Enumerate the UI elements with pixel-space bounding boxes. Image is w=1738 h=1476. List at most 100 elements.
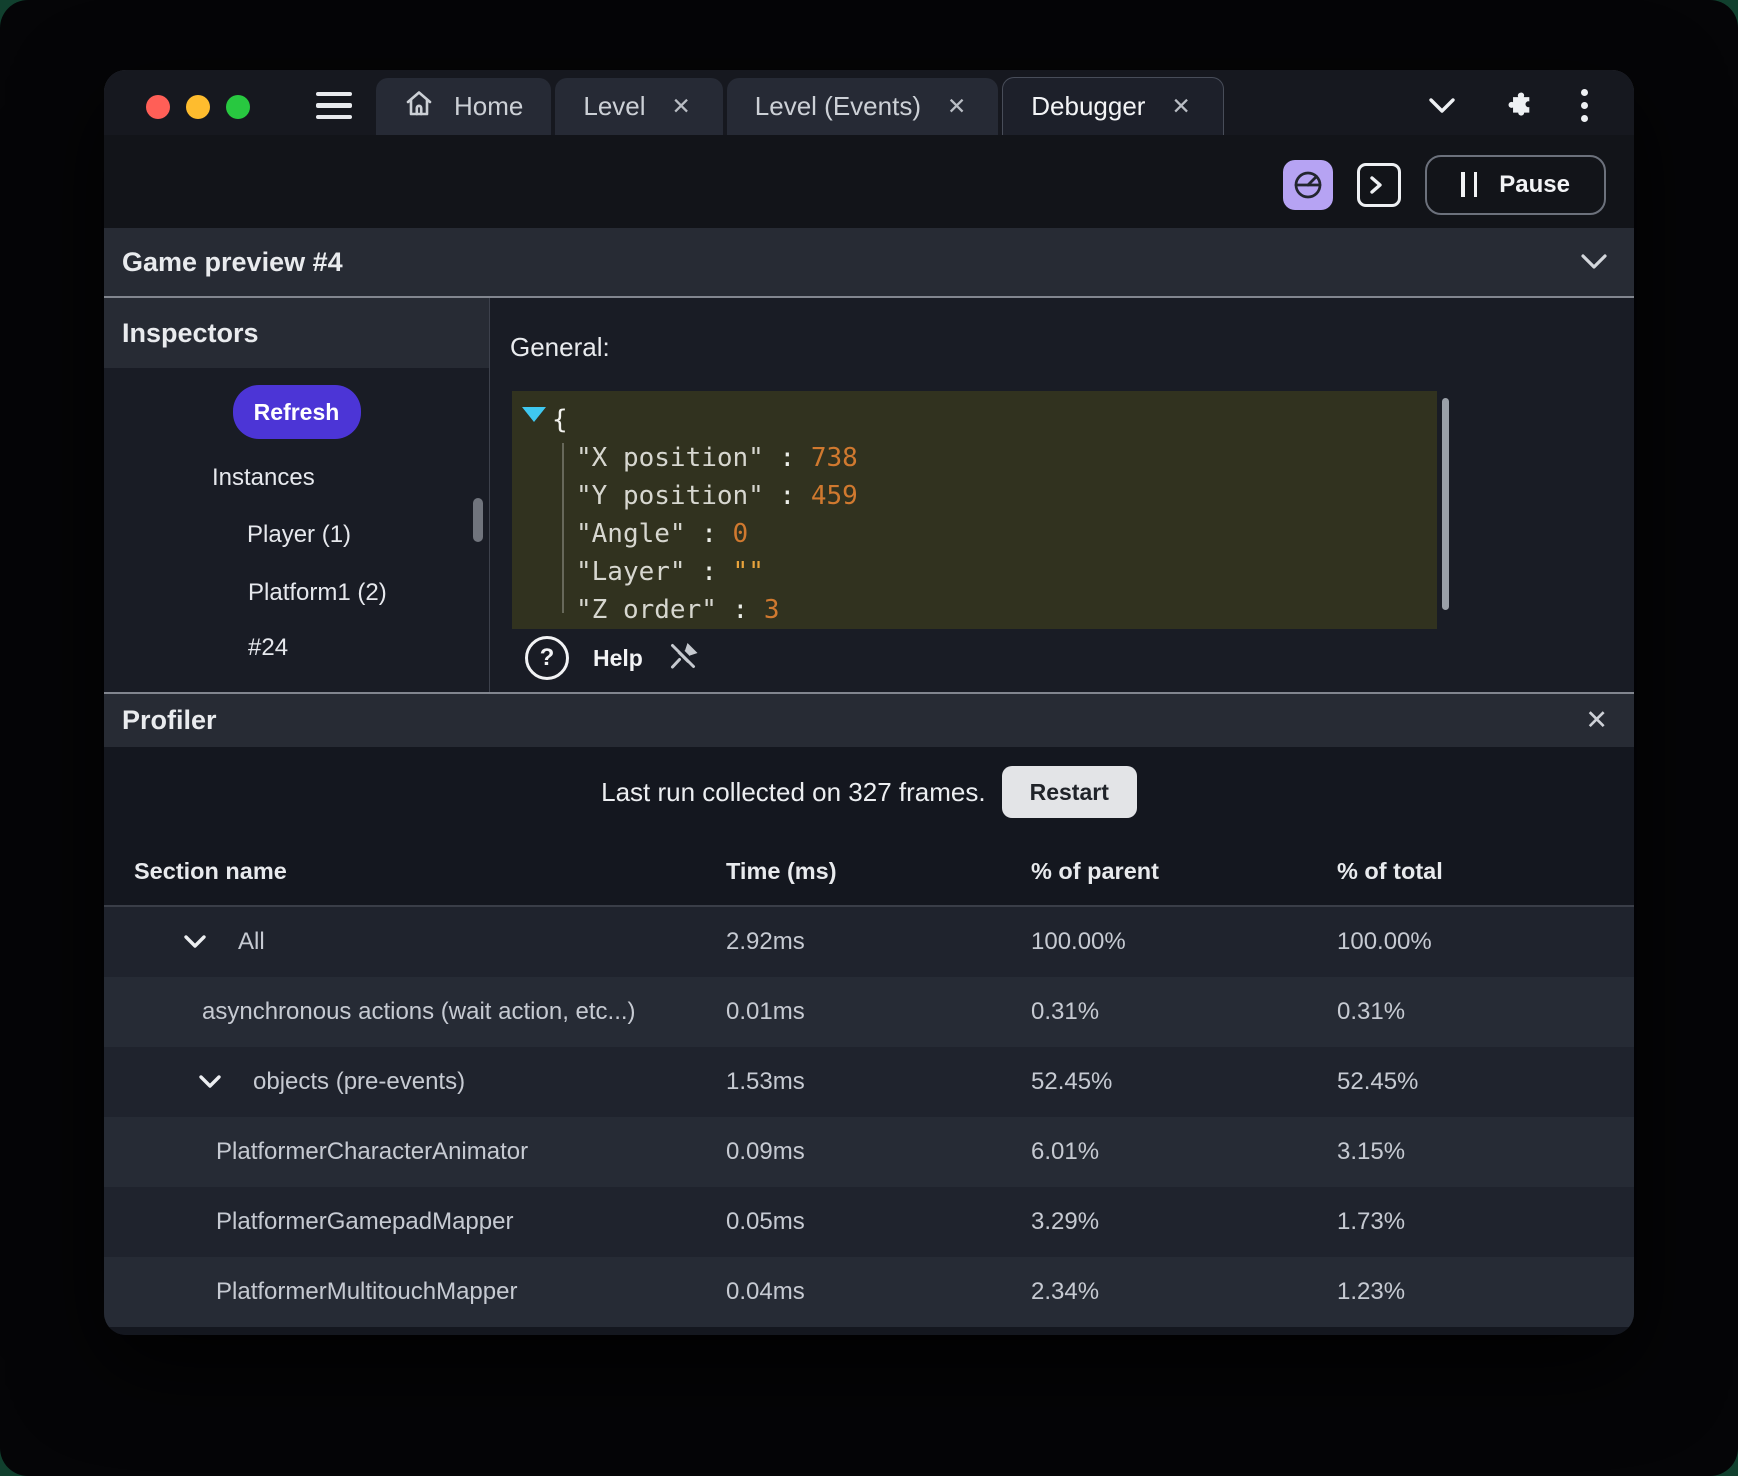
tree-item-instance-24[interactable]: #24 [248,634,288,662]
tab-bar-actions [1426,89,1588,122]
tab-label: Debugger [1031,91,1146,121]
close-tab-icon[interactable]: ✕ [1167,91,1194,122]
inspectors-title: Inspectors [122,317,259,348]
percent-total-value: 52.45% [1337,1068,1419,1095]
tab-label: Level (Events) [754,91,921,121]
close-window-button[interactable] [146,94,170,119]
column-header-percent-parent: % of parent [1031,857,1159,884]
section-name: All [238,928,265,955]
time-value: 2.92ms [726,928,805,955]
indent-guide [562,443,564,613]
tree-item-player[interactable]: Player (1) [247,521,351,549]
tab-bar: Home Level ✕ Level (Events) ✕ Debugger ✕ [104,70,1634,135]
collapse-triangle-icon[interactable] [522,407,546,422]
code-line: "Angle" : 0 [576,519,749,549]
scrollbar-thumb[interactable] [1442,398,1449,610]
game-preview-title: Game preview #4 [122,246,343,277]
scrollbar-thumb[interactable] [473,498,483,542]
section-name: asynchronous actions (wait action, etc..… [202,998,636,1025]
chevron-right-icon [1369,175,1383,195]
column-header-percent-total: % of total [1337,857,1443,884]
percent-parent-value: 0.31% [1031,998,1100,1025]
game-preview-header[interactable]: Game preview #4 [104,228,1634,298]
pause-icon [1461,172,1478,197]
profiler-status-row: Last run collected on 327 frames. Restar… [104,747,1634,837]
minimize-window-button[interactable] [186,94,210,119]
close-tab-icon[interactable]: ✕ [668,91,695,122]
column-header-section: Section name [134,857,287,884]
tab-home[interactable]: Home [376,78,552,135]
time-value: 0.01ms [726,998,805,1025]
debugger-window: Home Level ✕ Level (Events) ✕ Debugger ✕ [104,70,1634,1335]
table-row: asynchronous actions (wait action, etc..… [104,977,1634,1047]
percent-parent-value: 100.00% [1031,928,1126,955]
restart-button[interactable]: Restart [1001,766,1137,818]
pin-disabled-icon[interactable] [669,639,701,678]
home-icon [404,89,434,124]
profiler-table-header: Section name Time (ms) % of parent % of … [104,837,1634,907]
chevron-down-icon[interactable] [1426,96,1458,116]
help-link[interactable]: Help [593,645,643,672]
json-code-view: { "X position" : 738 "Y position" : 459 … [512,391,1437,629]
close-icon[interactable]: ✕ [1585,707,1608,734]
debugger-main: Inspectors Refresh Instances Player (1) … [104,298,1634,692]
chevron-down-icon[interactable] [182,934,208,950]
menu-hamburger-icon[interactable] [316,91,352,120]
extensions-puzzle-icon[interactable] [1504,90,1535,121]
code-open-brace: { [552,405,568,435]
profiler-status-text: Last run collected on 327 frames. [601,776,986,807]
tree-item-platform1[interactable]: Platform1 (2) [248,579,387,607]
code-line: "Layer" : "" [576,557,764,587]
pause-button[interactable]: Pause [1425,154,1606,215]
time-value: 0.04ms [726,1278,805,1305]
tab-level[interactable]: Level ✕ [555,78,723,135]
tree-item-instances[interactable]: Instances [212,464,315,492]
profiler-title: Profiler [122,705,217,735]
code-line: "Y position" : 459 [576,481,858,511]
refresh-button[interactable]: Refresh [232,385,361,439]
tab-level-events[interactable]: Level (Events) ✕ [726,78,999,135]
profiler-toggle-button[interactable] [1283,159,1334,210]
help-icon[interactable]: ? [525,636,569,680]
gauge-icon [1292,169,1324,201]
profiler-body: Last run collected on 327 frames. Restar… [104,747,1634,1335]
inspectors-tree: Refresh Instances Player (1) Platform1 (… [104,368,489,692]
code-line: "X position" : 738 [576,443,858,473]
percent-total-value: 3.15% [1337,1138,1406,1165]
inspectors-panel: Inspectors Refresh Instances Player (1) … [104,298,490,692]
chevron-down-icon[interactable] [1578,252,1610,272]
percent-parent-value: 52.45% [1031,1068,1113,1095]
table-row: PlatformerCharacterAnimator 0.09ms 6.01%… [104,1117,1634,1187]
kebab-menu-icon[interactable] [1581,89,1588,122]
tab-label: Level [583,91,646,121]
percent-parent-value: 3.29% [1031,1208,1100,1235]
profiler-header: Profiler ✕ [104,692,1634,747]
console-button[interactable] [1357,162,1402,207]
general-title: General: [510,332,610,362]
window-controls [146,94,250,119]
table-row: PlatformerMultitouchMapper 0.04ms 2.34% … [104,1257,1634,1327]
maximize-window-button[interactable] [226,94,250,119]
table-row: All 2.92ms 100.00% 100.00% [104,907,1634,977]
code-line: "Z order" : 3 [576,595,780,625]
tab-label: Home [454,91,524,121]
close-tab-icon[interactable]: ✕ [943,91,970,122]
time-value: 0.05ms [726,1208,805,1235]
chevron-down-icon[interactable] [197,1074,223,1090]
percent-total-value: 1.73% [1337,1208,1406,1235]
pause-label: Pause [1499,170,1570,198]
inspectors-header: Inspectors [104,298,489,368]
tab-debugger[interactable]: Debugger ✕ [1002,77,1224,135]
help-row: ? Help [525,636,701,680]
section-name: PlatformerMultitouchMapper [216,1278,518,1305]
table-row: PlatformerGamepadMapper 0.05ms 3.29% 1.7… [104,1187,1634,1257]
debugger-toolbar: Pause [104,135,1634,228]
percent-parent-value: 2.34% [1031,1278,1100,1305]
section-name: objects (pre-events) [253,1068,466,1095]
general-panel: General: { "X position" : 738 "Y positio… [490,298,1634,692]
percent-parent-value: 6.01% [1031,1138,1100,1165]
column-header-time: Time (ms) [726,857,837,884]
percent-total-value: 1.23% [1337,1278,1406,1305]
percent-total-value: 0.31% [1337,998,1406,1025]
section-name: PlatformerGamepadMapper [216,1208,514,1235]
